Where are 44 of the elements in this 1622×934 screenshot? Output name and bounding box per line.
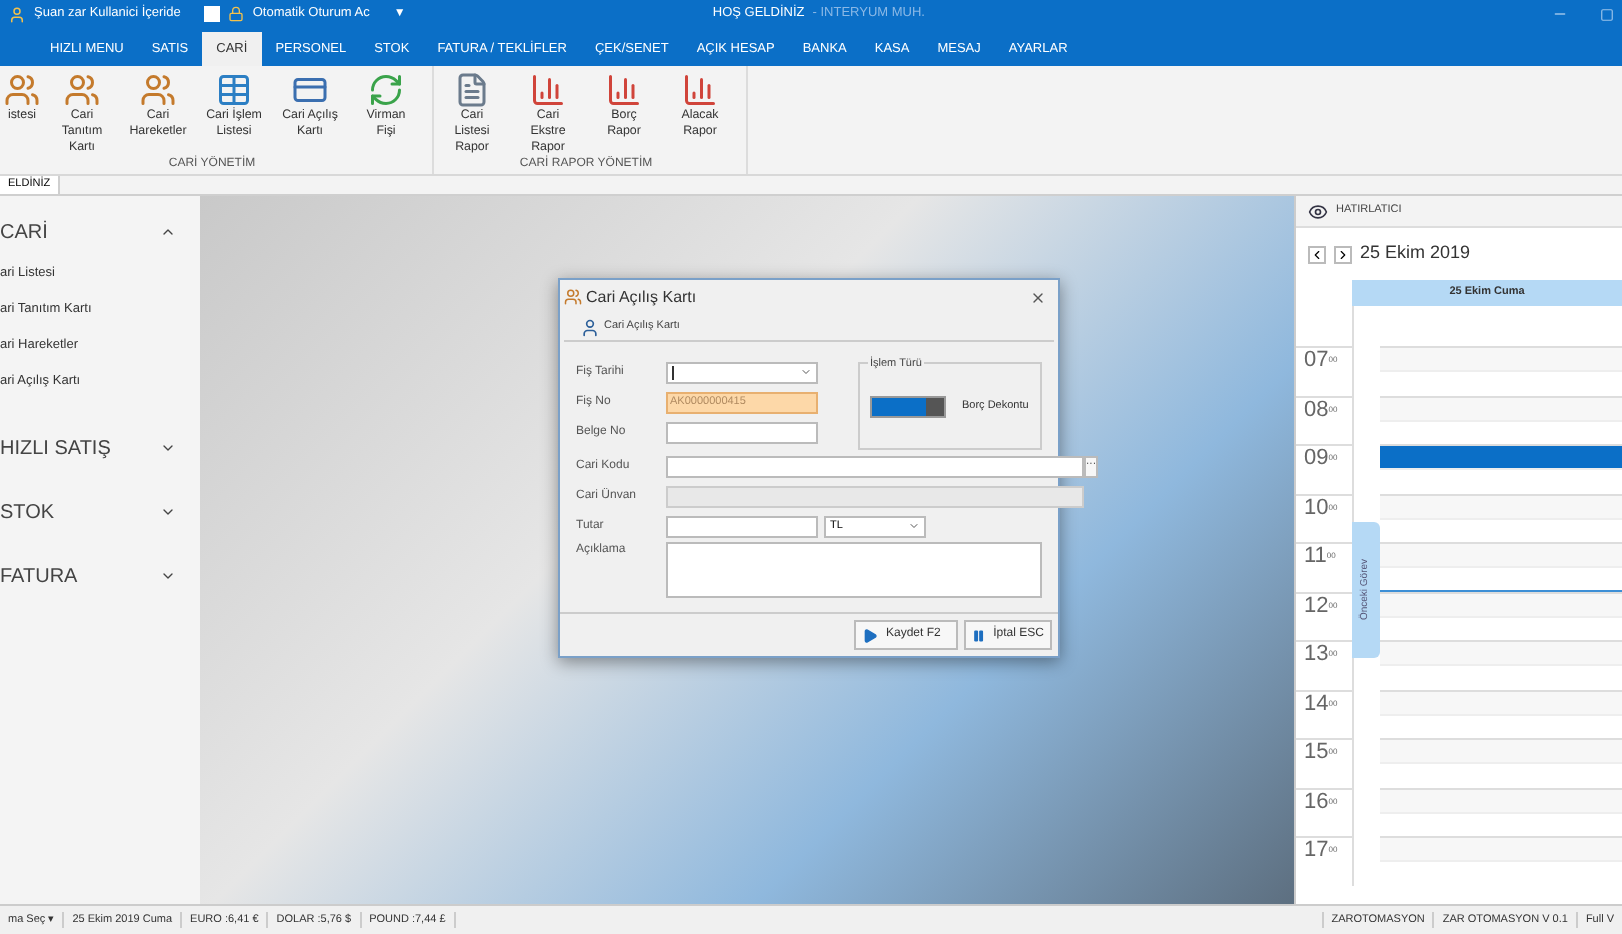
- chevron-right-icon: [1336, 247, 1350, 261]
- maximize-icon[interactable]: [1600, 7, 1614, 21]
- time-slot[interactable]: [1380, 444, 1622, 469]
- sidebar-group-header[interactable]: CARİ: [0, 208, 200, 256]
- input-field[interactable]: [666, 421, 818, 443]
- chevron-up-icon: [160, 224, 176, 240]
- bar-chart-icon: [606, 72, 642, 108]
- previous-button[interactable]: [1308, 245, 1326, 263]
- people-icon: [64, 72, 100, 108]
- user-icon: [8, 5, 26, 23]
- chevron-down-icon: [908, 520, 920, 532]
- refresh-icon: [368, 72, 404, 108]
- chevron-left-icon: [1310, 247, 1324, 261]
- text-area[interactable]: [666, 542, 1042, 598]
- id-card-icon: [292, 72, 328, 108]
- sidebar-group-header[interactable]: FATURA: [0, 552, 200, 600]
- date-field[interactable]: [666, 361, 818, 383]
- input-field[interactable]: [666, 515, 818, 537]
- people-icon: [4, 72, 40, 108]
- dialog-title: Cari Açılış Kartı: [586, 285, 699, 309]
- auto-login-checkbox[interactable]: [204, 6, 221, 22]
- table-icon: [216, 72, 252, 108]
- toggle-switch[interactable]: [870, 395, 946, 417]
- pause-icon: [972, 627, 986, 643]
- chevron-down-icon: [160, 440, 176, 456]
- close-icon[interactable]: [1030, 289, 1046, 305]
- lock-icon: [228, 6, 245, 22]
- time-slot[interactable]: [1380, 591, 1622, 616]
- play-icon: [862, 627, 878, 643]
- sidebar-group-header[interactable]: STOK: [0, 488, 200, 536]
- chevron-down-icon: [160, 504, 176, 520]
- eye-icon: [1308, 201, 1328, 221]
- sidebar-group-header[interactable]: HIZLI SATIŞ: [0, 424, 200, 472]
- bar-chart-icon: [682, 72, 718, 108]
- bar-chart-icon: [530, 72, 566, 108]
- chevron-down-icon: [800, 366, 812, 378]
- people-icon: [564, 288, 582, 306]
- people-icon: [140, 72, 176, 108]
- chevron-down-icon: [160, 568, 176, 584]
- user-card-icon: [580, 317, 600, 337]
- next-button[interactable]: [1334, 245, 1352, 263]
- calendar-date: 25 Ekim 2019: [1360, 240, 1471, 267]
- input-field[interactable]: [666, 455, 1084, 477]
- document-icon: [454, 72, 490, 108]
